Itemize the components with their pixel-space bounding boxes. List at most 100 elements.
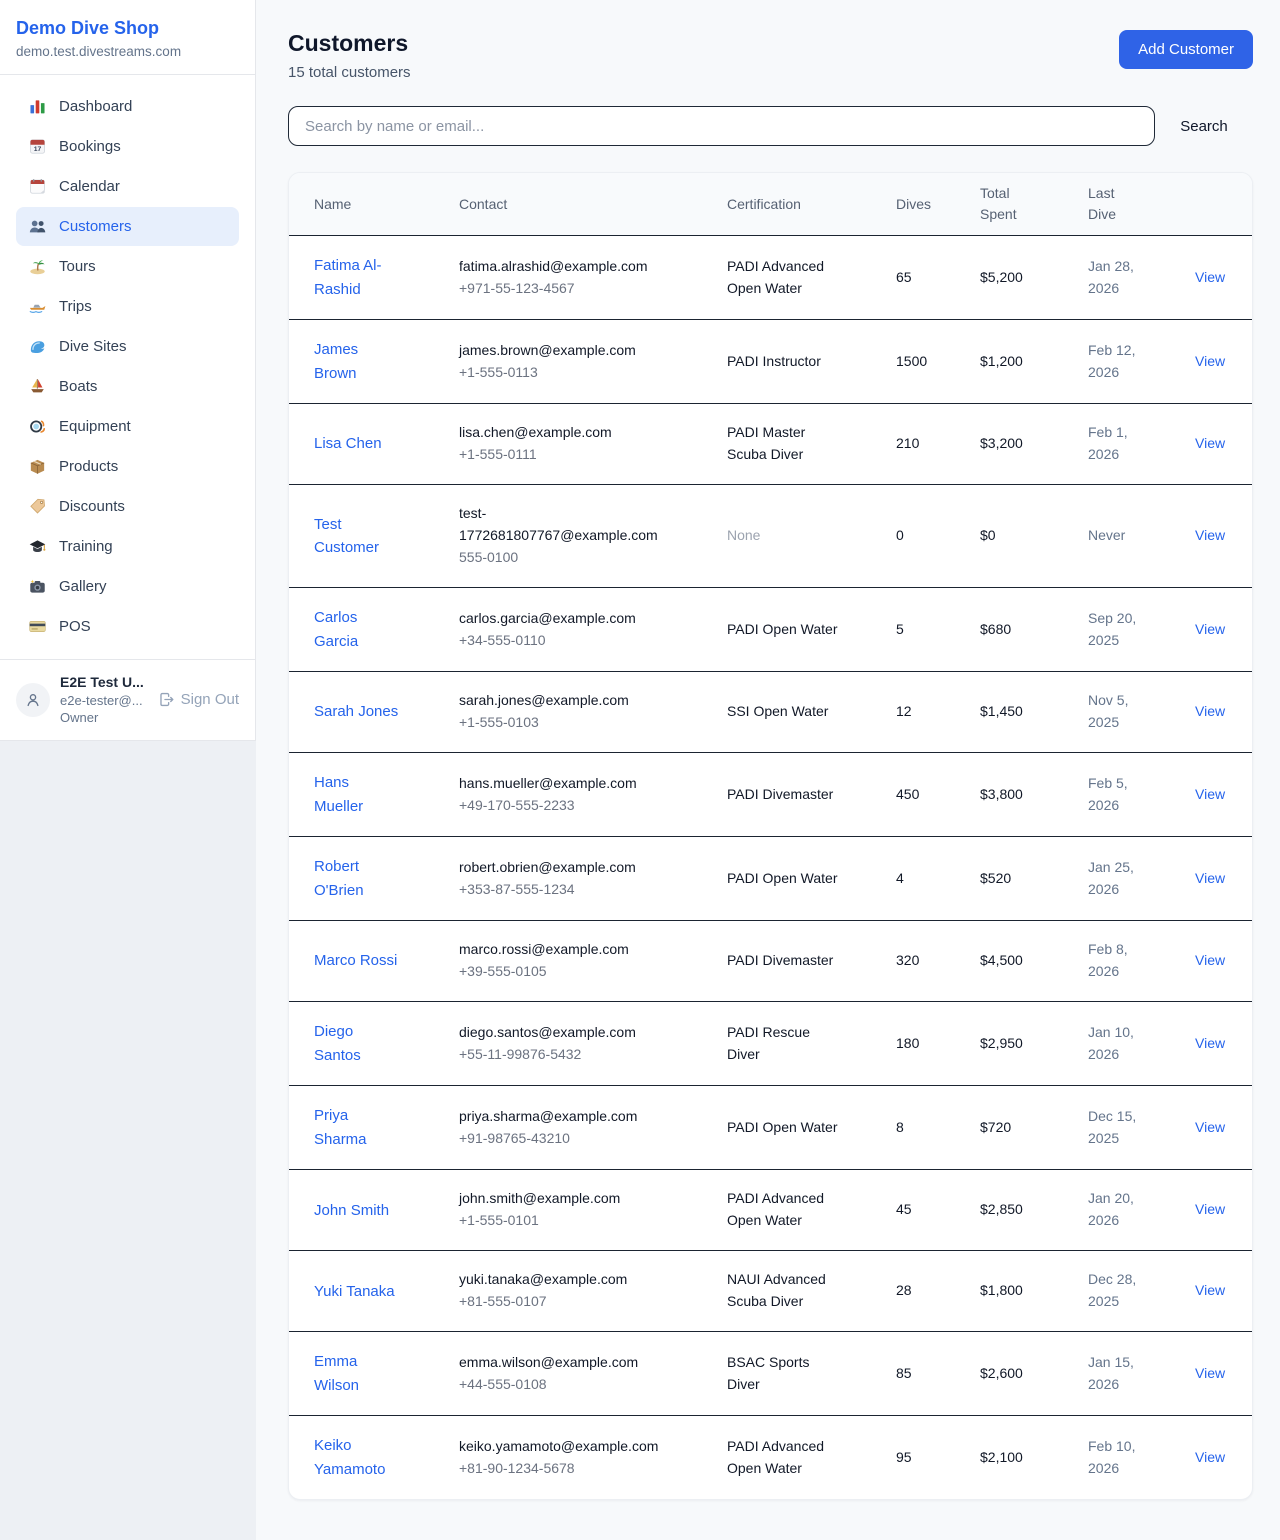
table-row: Carlos Garcia carlos.garcia@example.com … — [289, 588, 1252, 672]
sidebar-item[interactable]: Training — [16, 527, 239, 566]
dives-count: 320 — [896, 921, 980, 1002]
sidebar-item[interactable]: Tours — [16, 247, 239, 286]
sign-out-button[interactable]: Sign Out — [158, 691, 239, 708]
certification-text: PADI Rescue Diver — [727, 1022, 839, 1066]
customer-email: emma.wilson@example.com — [459, 1352, 667, 1374]
customer-name-link[interactable]: Fatima Al-Rashid — [314, 254, 402, 301]
last-dive-date: Feb 12, 2026 — [1088, 340, 1146, 384]
customer-email: robert.obrien@example.com — [459, 857, 667, 879]
last-dive-date: Dec 15, 2025 — [1088, 1106, 1146, 1150]
view-link[interactable]: View — [1195, 1119, 1225, 1135]
customer-name-link[interactable]: Keiko Yamamoto — [314, 1434, 402, 1481]
contact-cell: sarah.jones@example.com +1-555-0103 — [459, 690, 667, 734]
customer-name-link[interactable]: Yuki Tanaka — [314, 1280, 402, 1304]
products-icon — [28, 457, 47, 476]
customer-name-link[interactable]: Test Customer — [314, 513, 402, 560]
sidebar-item[interactable]: Products — [16, 447, 239, 486]
sidebar-item[interactable]: Dive Sites — [16, 327, 239, 366]
dives-count: 85 — [896, 1332, 980, 1416]
certification-text: PADI Divemaster — [727, 784, 839, 806]
view-link[interactable]: View — [1195, 870, 1225, 886]
sidebar-item[interactable]: Discounts — [16, 487, 239, 526]
view-link[interactable]: View — [1195, 1035, 1225, 1051]
sidebar-item[interactable]: Trips — [16, 287, 239, 326]
table-row: Diego Santos diego.santos@example.com +5… — [289, 1002, 1252, 1086]
add-customer-button[interactable]: Add Customer — [1119, 30, 1253, 69]
last-dive-date: Feb 8, 2026 — [1088, 939, 1146, 983]
customer-phone: +971-55-123-4567 — [459, 278, 667, 300]
last-dive-date: Nov 5, 2025 — [1088, 690, 1146, 734]
page-header: Customers 15 total customers Add Custome… — [288, 30, 1253, 81]
customer-email: marco.rossi@example.com — [459, 939, 667, 961]
table-row: Fatima Al-Rashid fatima.alrashid@example… — [289, 236, 1252, 320]
customer-name-link[interactable]: Carlos Garcia — [314, 606, 402, 653]
view-link[interactable]: View — [1195, 1201, 1225, 1217]
customer-phone: +44-555-0108 — [459, 1374, 667, 1396]
view-link[interactable]: View — [1195, 621, 1225, 637]
view-link[interactable]: View — [1195, 269, 1225, 285]
view-link[interactable]: View — [1195, 1282, 1225, 1298]
customer-name-link[interactable]: James Brown — [314, 338, 402, 385]
certification-text: BSAC Sports Diver — [727, 1352, 839, 1396]
view-link[interactable]: View — [1195, 703, 1225, 719]
view-link[interactable]: View — [1195, 353, 1225, 369]
sidebar-item-label: Trips — [59, 298, 92, 315]
customer-name-link[interactable]: Diego Santos — [314, 1020, 402, 1067]
certification-text: PADI Open Water — [727, 868, 839, 890]
customer-name-link[interactable]: Marco Rossi — [314, 949, 402, 973]
sidebar-item[interactable]: 17 Bookings — [16, 127, 239, 166]
customer-phone: +34-555-0110 — [459, 630, 667, 652]
table-row: John Smith john.smith@example.com +1-555… — [289, 1170, 1252, 1251]
sidebar-item[interactable]: Gallery — [16, 567, 239, 606]
certification-text: PADI Advanced Open Water — [727, 256, 839, 300]
total-spent: $5,200 — [980, 236, 1088, 320]
sidebar-item-label: Bookings — [59, 138, 121, 155]
customer-name-link[interactable]: Robert O'Brien — [314, 855, 402, 902]
customer-phone: +55-11-99876-5432 — [459, 1044, 667, 1066]
sidebar-item[interactable]: Calendar — [16, 167, 239, 206]
customer-name-link[interactable]: Sarah Jones — [314, 700, 402, 724]
total-spent: $720 — [980, 1086, 1088, 1170]
customer-name-link[interactable]: Hans Mueller — [314, 771, 402, 818]
search-input[interactable] — [288, 106, 1155, 146]
sidebar-item-label: Tours — [59, 258, 96, 275]
total-spent: $0 — [980, 485, 1088, 588]
sidebar-item[interactable]: POS — [16, 607, 239, 646]
total-spent: $2,950 — [980, 1002, 1088, 1086]
sign-out-icon — [158, 691, 175, 708]
sidebar-item-label: Dive Sites — [59, 338, 127, 355]
boats-icon — [28, 377, 47, 396]
contact-cell: emma.wilson@example.com +44-555-0108 — [459, 1352, 667, 1396]
customer-name-link[interactable]: Lisa Chen — [314, 432, 402, 456]
contact-cell: hans.mueller@example.com +49-170-555-223… — [459, 773, 667, 817]
pos-icon — [28, 617, 47, 636]
view-link[interactable]: View — [1195, 952, 1225, 968]
last-dive-date: Jan 20, 2026 — [1088, 1188, 1146, 1232]
view-link[interactable]: View — [1195, 527, 1225, 543]
view-link[interactable]: View — [1195, 786, 1225, 802]
view-link[interactable]: View — [1195, 1365, 1225, 1381]
dives-count: 65 — [896, 236, 980, 320]
certification-text: None — [727, 525, 839, 547]
dives-count: 210 — [896, 404, 980, 485]
sidebar-item[interactable]: Equipment — [16, 407, 239, 446]
total-spent: $3,200 — [980, 404, 1088, 485]
view-link[interactable]: View — [1195, 435, 1225, 451]
view-link[interactable]: View — [1195, 1449, 1225, 1465]
sidebar-user-panel: E2E Test U... e2e-tester@... Owner Sign … — [0, 659, 255, 740]
customer-name-link[interactable]: Emma Wilson — [314, 1350, 402, 1397]
sidebar-item-label: Calendar — [59, 178, 120, 195]
table-header-row: Name Contact Certification Dives Total S… — [289, 173, 1252, 236]
sidebar-item[interactable]: Boats — [16, 367, 239, 406]
person-icon — [24, 691, 42, 709]
customer-name-link[interactable]: John Smith — [314, 1199, 402, 1223]
search-button[interactable]: Search — [1155, 108, 1253, 145]
table-row: Yuki Tanaka yuki.tanaka@example.com +81-… — [289, 1251, 1252, 1332]
gallery-icon — [28, 577, 47, 596]
customer-name-link[interactable]: Priya Sharma — [314, 1104, 402, 1151]
sidebar-item[interactable]: Customers — [16, 207, 239, 246]
app: Demo Dive Shop demo.test.divestreams.com… — [0, 0, 1280, 1540]
sidebar-item[interactable]: Dashboard — [16, 87, 239, 126]
certification-text: SSI Open Water — [727, 701, 839, 723]
column-header-last-dive: Last Dive — [1088, 173, 1195, 236]
